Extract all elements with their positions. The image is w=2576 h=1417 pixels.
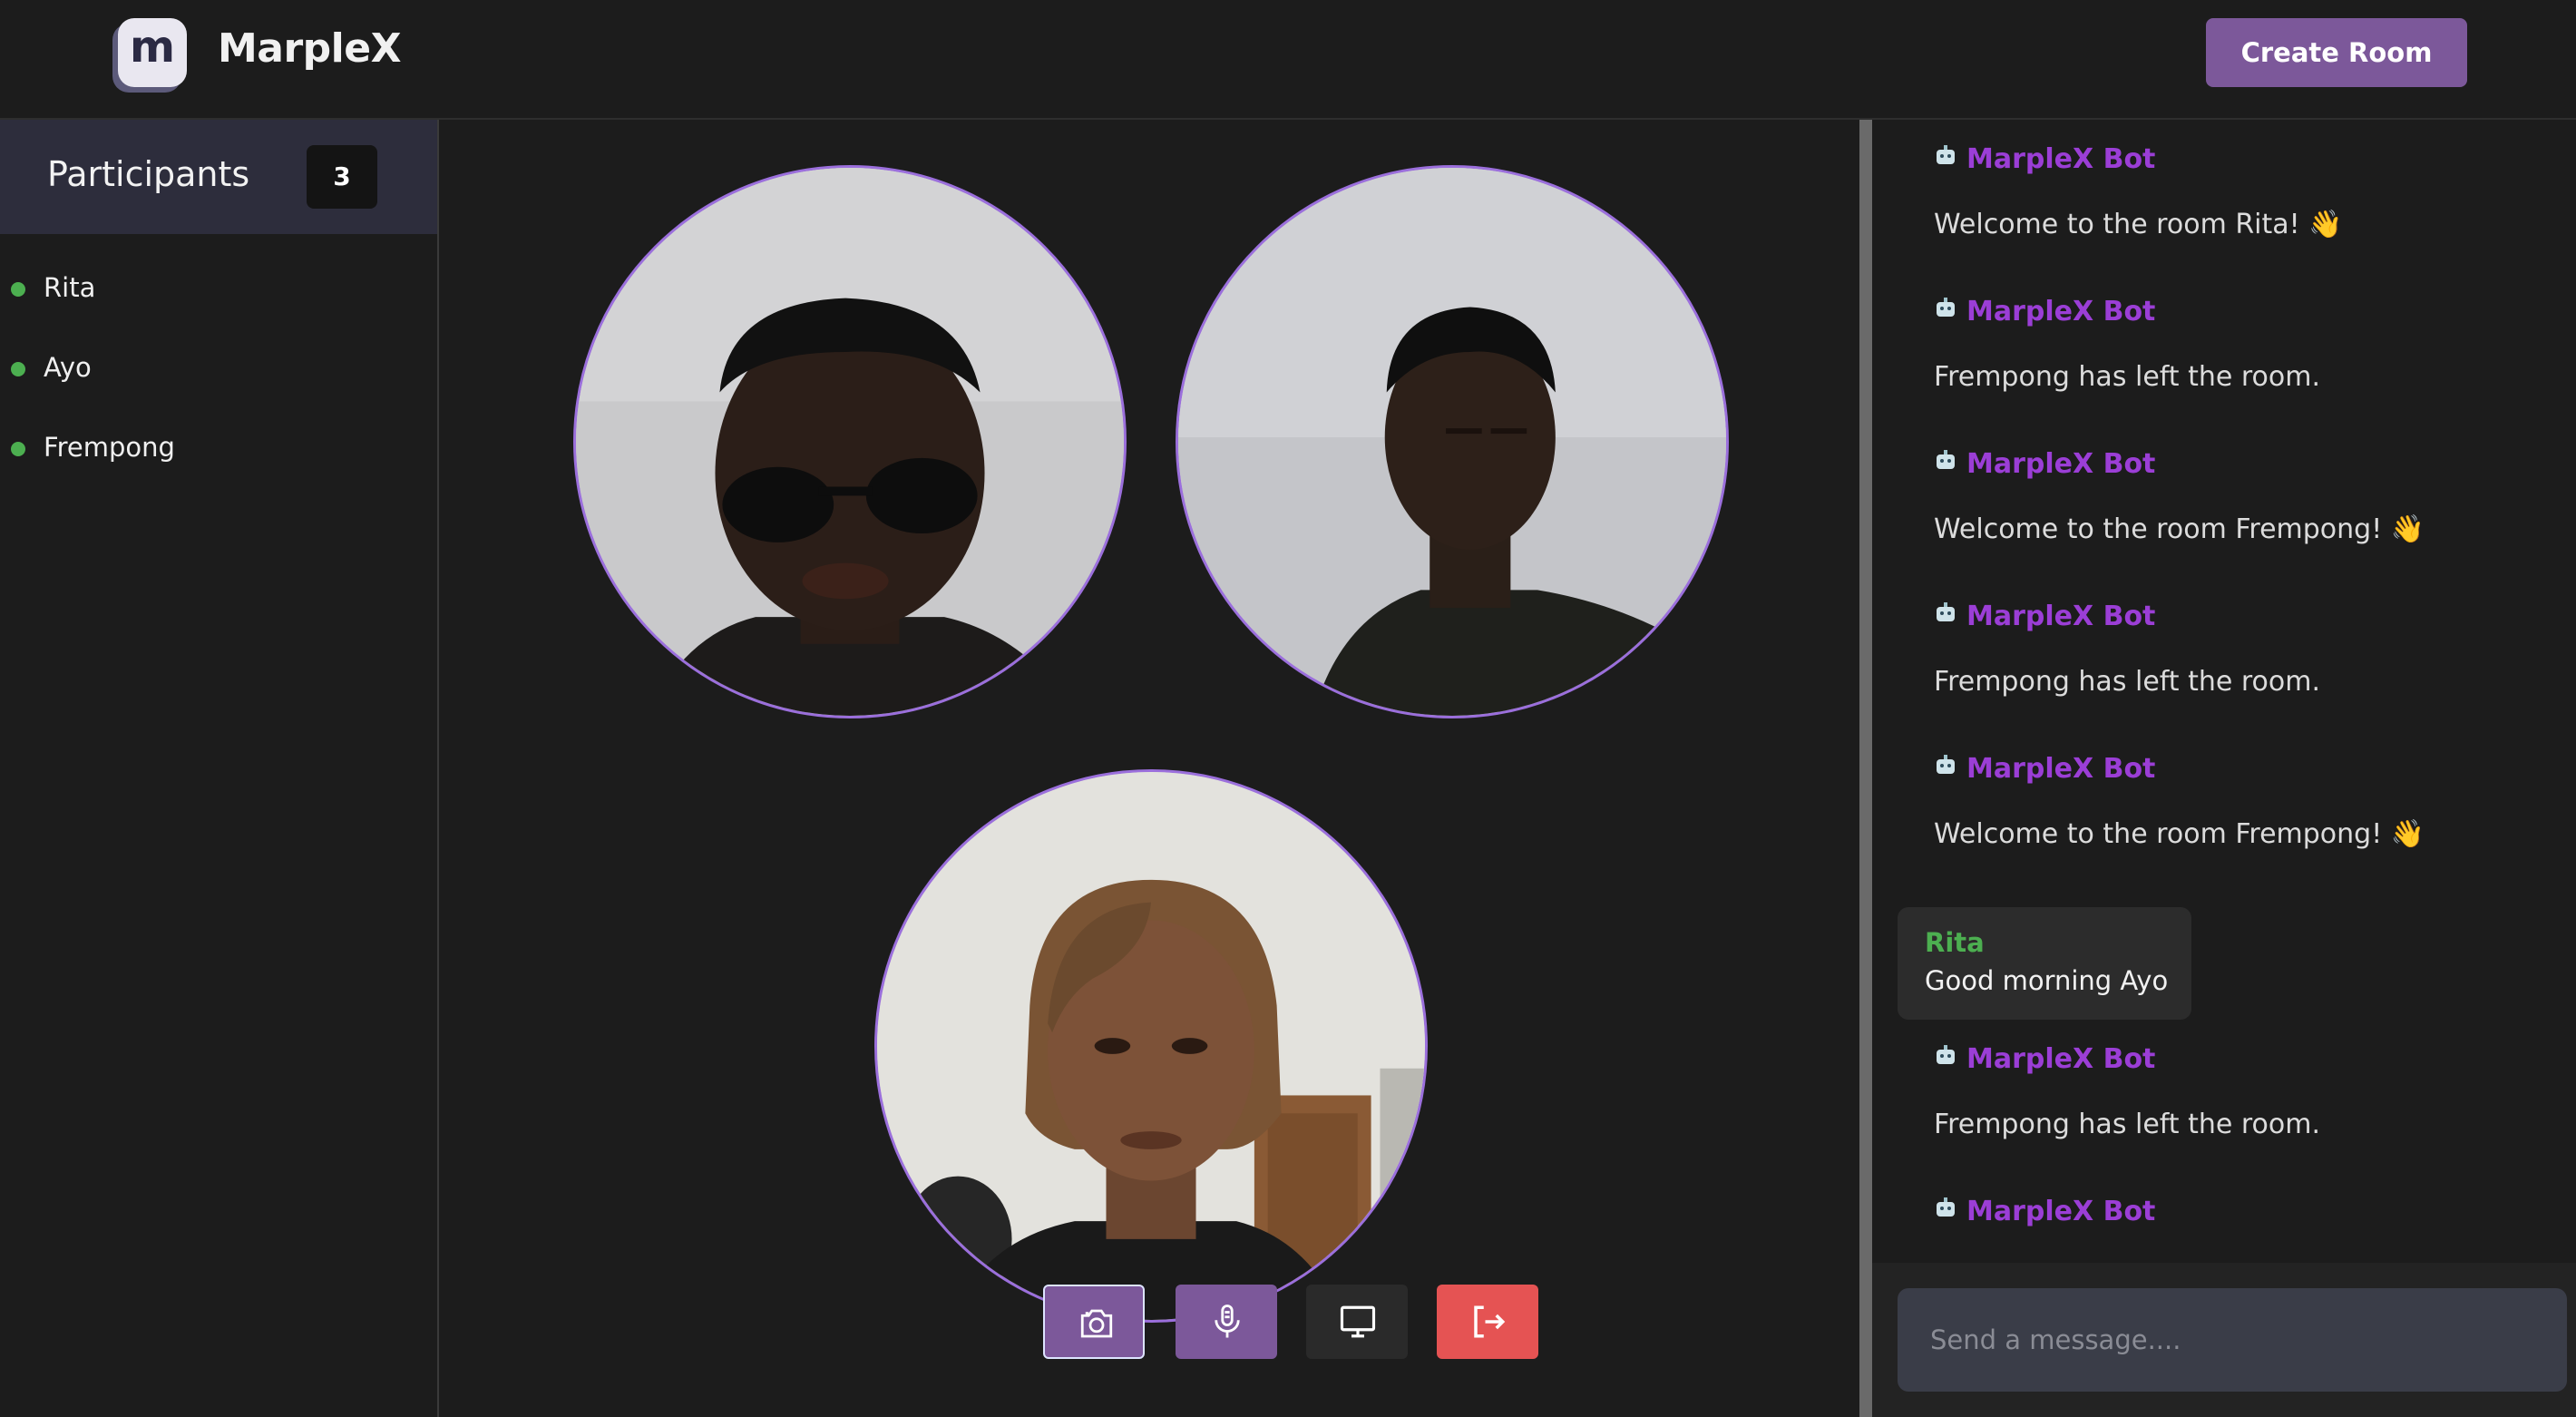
participant-item: Rita xyxy=(0,261,437,316)
participant-video xyxy=(874,769,1428,1323)
logo-letter: m xyxy=(129,22,175,73)
person-silhouette-icon xyxy=(576,168,1124,716)
chat-sender: MarpleX Bot xyxy=(1934,753,2155,785)
chat-message-text: Frempong has left the room. xyxy=(1934,666,2321,698)
robot-icon xyxy=(1937,1045,1955,1064)
participant-name: Frempong xyxy=(44,432,175,463)
chat-sender: MarpleX Bot xyxy=(1934,1196,2155,1227)
participant-item: Frempong xyxy=(0,421,437,475)
chat-message-text: Welcome to the room Frempong! 👋 xyxy=(1934,818,2425,850)
person-silhouette-icon xyxy=(1178,168,1726,716)
leave-room-button[interactable] xyxy=(1437,1285,1538,1359)
chat-sender: MarpleX Bot xyxy=(1934,296,2155,327)
participant-count-badge: 3 xyxy=(307,145,377,209)
chat-sender-name: MarpleX Bot xyxy=(1966,296,2156,327)
chat-sender-name: MarpleX Bot xyxy=(1966,1043,2156,1075)
chat-sender-name: MarpleX Bot xyxy=(1966,601,2156,632)
chat-sender-name: Rita xyxy=(1925,927,1985,958)
chat-sender-name: MarpleX Bot xyxy=(1966,1196,2156,1227)
top-bar: m MarpleX Create Room xyxy=(0,0,2576,120)
person-silhouette-icon xyxy=(877,772,1425,1320)
participants-title: Participants xyxy=(47,154,250,194)
robot-icon xyxy=(1937,450,1955,469)
participant-name: Rita xyxy=(44,272,96,303)
chat-sender: MarpleX Bot xyxy=(1934,601,2155,632)
chat-message-input[interactable] xyxy=(1898,1288,2567,1392)
chat-message-text: Welcome to the room Rita! 👋 xyxy=(1934,209,2343,240)
participants-header: Participants 3 xyxy=(0,120,437,234)
marplex-logo-icon[interactable]: m xyxy=(118,18,187,87)
chat-panel: MarpleX Bot Welcome to the room Rita! 👋 … xyxy=(1872,120,2576,1263)
participant-name: Ayo xyxy=(44,352,92,383)
leave-room-icon xyxy=(1474,1305,1506,1338)
video-grid xyxy=(439,120,1859,1417)
screen-share-button[interactable] xyxy=(1306,1285,1408,1359)
chat-sender-name: MarpleX Bot xyxy=(1966,753,2156,785)
chat-sender: MarpleX Bot xyxy=(1934,143,2155,175)
robot-icon xyxy=(1937,755,1955,774)
user-message-bubble: Rita Good morning Ayo xyxy=(1898,907,2191,1020)
chat-input-area xyxy=(1872,1263,2576,1417)
robot-icon xyxy=(1937,1197,1955,1217)
chat-message-text: Frempong has left the room. xyxy=(1934,1109,2321,1140)
chat-sender: MarpleX Bot xyxy=(1934,1043,2155,1075)
chat-sender-name: MarpleX Bot xyxy=(1966,448,2156,480)
participant-item: Ayo xyxy=(0,341,437,396)
screen-share-icon xyxy=(1340,1305,1376,1338)
participants-sidebar: Participants 3 Rita Ayo Frempong xyxy=(0,120,439,1417)
camera-icon xyxy=(1080,1309,1113,1338)
create-room-button[interactable]: Create Room xyxy=(2206,18,2467,87)
online-status-icon xyxy=(11,282,25,297)
chat-message-text: Welcome to the room Frempong! 👋 xyxy=(1934,513,2425,545)
robot-icon xyxy=(1937,602,1955,621)
microphone-toggle-button[interactable] xyxy=(1176,1285,1277,1359)
microphone-icon xyxy=(1215,1305,1240,1338)
participant-video xyxy=(1176,165,1729,718)
chat-message-text: Good morning Ayo xyxy=(1925,965,2169,996)
online-status-icon xyxy=(11,362,25,376)
chat-sender-name: MarpleX Bot xyxy=(1966,143,2156,175)
camera-toggle-button[interactable] xyxy=(1043,1285,1145,1359)
participant-video xyxy=(573,165,1127,718)
online-status-icon xyxy=(11,442,25,456)
robot-icon xyxy=(1937,298,1955,317)
brand-name: MarpleX xyxy=(218,25,402,72)
chat-message-text: Frempong has left the room. xyxy=(1934,361,2321,393)
robot-icon xyxy=(1937,145,1955,164)
chat-sender: MarpleX Bot xyxy=(1934,448,2155,480)
video-scrollbar[interactable] xyxy=(1859,120,1872,1417)
